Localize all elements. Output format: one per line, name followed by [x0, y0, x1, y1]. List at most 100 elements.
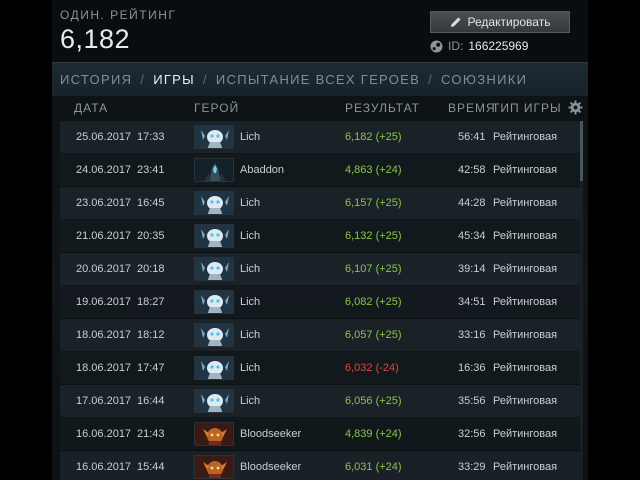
- tab-separator: /: [428, 72, 434, 87]
- match-time: 21:43: [137, 428, 165, 440]
- tab-history[interactable]: ИСТОРИЯ: [60, 72, 132, 87]
- match-list: 25.06.2017 17:33 Lich 6,182 (+25) 56:41 Рейти…: [60, 121, 580, 480]
- hero-name: Lich: [240, 296, 261, 308]
- hero-name: Lich: [240, 230, 261, 242]
- match-time: 18:27: [137, 296, 165, 308]
- pencil-icon: [450, 17, 461, 27]
- match-date: 23.06.2017: [76, 197, 132, 209]
- match-time: 17:47: [137, 362, 165, 374]
- match-game-type: Рейтинговая: [493, 230, 558, 242]
- match-game-type: Рейтинговая: [493, 329, 558, 341]
- match-duration: 16:36: [458, 362, 486, 374]
- match-time: 23:41: [137, 164, 165, 176]
- column-hero[interactable]: ГЕРОЙ: [194, 101, 239, 115]
- profile-tabs: ИСТОРИЯ / ИГРЫ / ИСПЫТАНИЕ ВСЕХ ГЕРОЕВ /…: [52, 62, 588, 96]
- match-duration: 39:14: [458, 263, 486, 275]
- match-result: 6,082 (+25): [345, 296, 402, 308]
- tab-matches[interactable]: ИГРЫ: [153, 72, 195, 87]
- match-game-type: Рейтинговая: [493, 395, 558, 407]
- match-row[interactable]: 21.06.2017 20:35 Lich 6,132 (+25) 45:34 Рейти…: [60, 220, 580, 253]
- hero-name: Lich: [240, 395, 261, 407]
- lich-portrait: [195, 390, 233, 412]
- hero-portrait[interactable]: [194, 356, 234, 380]
- hero-portrait[interactable]: [194, 191, 234, 215]
- match-history-panel: ОДИН. РЕЙТИНГ 6,182 Редактировать ID: 16…: [52, 0, 588, 480]
- match-date: 16.06.2017: [76, 461, 132, 473]
- column-duration[interactable]: ВРЕМЯ: [448, 101, 496, 115]
- hero-portrait[interactable]: [194, 455, 234, 479]
- gear-icon[interactable]: [568, 100, 583, 115]
- match-game-type: Рейтинговая: [493, 131, 558, 143]
- match-game-type: Рейтинговая: [493, 428, 558, 440]
- hero-portrait[interactable]: [194, 257, 234, 281]
- bloodseeker-portrait: [195, 423, 233, 445]
- scrollbar-thumb[interactable]: [580, 121, 583, 181]
- scrollbar[interactable]: [580, 121, 583, 480]
- match-row[interactable]: 18.06.2017 18:12 Lich 6,057 (+25) 33:16 Рейти…: [60, 319, 580, 352]
- match-game-type: Рейтинговая: [493, 362, 558, 374]
- id-label: ID:: [448, 39, 464, 53]
- hero-portrait[interactable]: [194, 389, 234, 413]
- hero-name: Bloodseeker: [240, 428, 302, 440]
- match-row[interactable]: 18.06.2017 17:47 Lich 6,032 (-24) 16:36 Рейти…: [60, 352, 580, 385]
- tab-separator: /: [202, 72, 208, 87]
- tab-allies[interactable]: СОЮЗНИКИ: [441, 72, 527, 87]
- match-date: 21.06.2017: [76, 230, 132, 242]
- match-row[interactable]: 17.06.2017 16:44 Lich 6,056 (+25) 35:56 Рейти…: [60, 385, 580, 418]
- match-duration: 56:41: [458, 131, 486, 143]
- match-time: 20:35: [137, 230, 165, 242]
- hero-portrait[interactable]: [194, 125, 234, 149]
- edit-profile-label: Редактировать: [467, 15, 551, 29]
- hero-portrait[interactable]: [194, 323, 234, 347]
- lich-portrait: [195, 324, 233, 346]
- match-result: 6,056 (+25): [345, 395, 402, 407]
- lich-portrait: [195, 258, 233, 280]
- match-result: 6,157 (+25): [345, 197, 402, 209]
- match-date: 18.06.2017: [76, 362, 132, 374]
- hero-portrait[interactable]: [194, 422, 234, 446]
- column-game-type[interactable]: ТИП ИГРЫ: [492, 101, 562, 115]
- match-date: 16.06.2017: [76, 428, 132, 440]
- match-row[interactable]: 25.06.2017 17:33 Lich 6,182 (+25) 56:41 Рейти…: [60, 121, 580, 154]
- lich-portrait: [195, 126, 233, 148]
- match-row[interactable]: 20.06.2017 20:18 Lich 6,107 (+25) 39:14 Рейти…: [60, 253, 580, 286]
- match-row[interactable]: 16.06.2017 15:44 Bloodseeker 6,031 (+24) 33:…: [60, 451, 580, 480]
- hero-portrait[interactable]: [194, 224, 234, 248]
- match-game-type: Рейтинговая: [493, 197, 558, 209]
- match-time: 17:33: [137, 131, 165, 143]
- match-result: 6,107 (+25): [345, 263, 402, 275]
- match-time: 16:45: [137, 197, 165, 209]
- edit-profile-button[interactable]: Редактировать: [430, 11, 570, 33]
- hero-name: Lich: [240, 263, 261, 275]
- match-row[interactable]: 23.06.2017 16:45 Lich 6,157 (+25) 44:28 Рейти…: [60, 187, 580, 220]
- match-row[interactable]: 19.06.2017 18:27 Lich 6,082 (+25) 34:51 Рейти…: [60, 286, 580, 319]
- match-duration: 34:51: [458, 296, 486, 308]
- table-header: ДАТА ГЕРОЙ РЕЗУЛЬТАТ ВРЕМЯ ТИП ИГРЫ: [52, 96, 588, 120]
- tab-all-hero-challenge[interactable]: ИСПЫТАНИЕ ВСЕХ ГЕРОЕВ: [216, 72, 420, 87]
- match-duration: 45:34: [458, 230, 486, 242]
- match-result: 6,132 (+25): [345, 230, 402, 242]
- hero-name: Lich: [240, 362, 261, 374]
- match-date: 25.06.2017: [76, 131, 132, 143]
- column-result[interactable]: РЕЗУЛЬТАТ: [345, 101, 420, 115]
- match-date: 19.06.2017: [76, 296, 132, 308]
- match-date: 17.06.2017: [76, 395, 132, 407]
- match-date: 20.06.2017: [76, 263, 132, 275]
- match-duration: 42:58: [458, 164, 486, 176]
- bloodseeker-portrait: [195, 456, 233, 478]
- hero-name: Bloodseeker: [240, 461, 302, 473]
- id-value: 166225969: [468, 39, 529, 53]
- match-date: 18.06.2017: [76, 329, 132, 341]
- hero-portrait[interactable]: [194, 158, 234, 182]
- match-time: 20:18: [137, 263, 165, 275]
- hero-portrait[interactable]: [194, 290, 234, 314]
- abaddon-portrait: [195, 159, 233, 181]
- match-duration: 35:56: [458, 395, 486, 407]
- column-date[interactable]: ДАТА: [74, 101, 108, 115]
- match-result: 6,057 (+25): [345, 329, 402, 341]
- match-row[interactable]: 24.06.2017 23:41 Abaddon 4,863 (+24) 42:58 Ре…: [60, 154, 580, 187]
- match-row[interactable]: 16.06.2017 21:43 Bloodseeker 4,839 (+24) 32:…: [60, 418, 580, 451]
- rating-value: 6,182: [60, 24, 131, 54]
- match-duration: 33:29: [458, 461, 486, 473]
- match-result: 6,182 (+25): [345, 131, 402, 143]
